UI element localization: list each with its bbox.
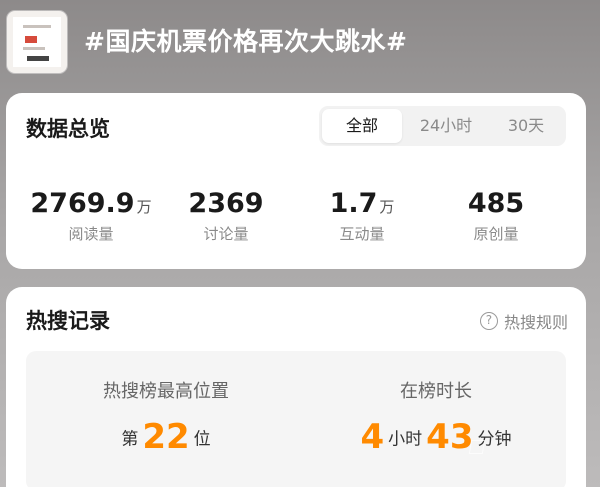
stat-discussions-label: 讨论量 <box>203 225 249 243</box>
overview-title: 数据总览 <box>26 117 110 141</box>
duration-metric: 在榜时长 4 小时 43 分钟 <box>336 377 536 457</box>
stat-reads-value: 2769.9 <box>30 188 135 219</box>
tab-24h[interactable]: 24小时 <box>405 109 487 143</box>
data-overview-card: 数据总览 全部 24小时 30天 2769.9 万 阅读量 2369 讨论量 1.… <box>6 93 586 269</box>
highest-rank-prefix: 第 <box>121 429 139 450</box>
highest-rank-label: 热搜榜最高位置 <box>103 381 229 402</box>
thumbnail-document <box>13 17 61 67</box>
topic-thumbnail[interactable] <box>7 11 67 73</box>
stat-discussions-value: 2369 <box>188 188 264 219</box>
duration-minutes: 43 <box>426 417 474 457</box>
tab-all[interactable]: 全部 <box>322 109 402 143</box>
duration-hours: 4 <box>360 417 385 457</box>
hot-search-title: 热搜记录 <box>26 309 110 333</box>
stat-discussions: 2369 讨论量 <box>176 188 276 244</box>
watermark <box>468 440 488 454</box>
stat-interactions-label: 互动量 <box>339 225 385 243</box>
stat-reads-unit: 万 <box>136 198 152 216</box>
stat-reads: 2769.9 万 阅读量 <box>26 188 156 244</box>
topic-header: #国庆机票价格再次大跳水# <box>0 0 600 86</box>
stat-interactions-value: 1.7 <box>329 188 378 219</box>
highest-rank-suffix: 位 <box>193 429 211 450</box>
hot-search-rules-link[interactable]: ? 热搜规则 <box>479 309 568 333</box>
stat-interactions: 1.7 万 互动量 <box>312 188 412 244</box>
duration-hours-unit: 小时 <box>388 429 423 450</box>
highest-rank-metric: 热搜榜最高位置 第 22 位 <box>66 377 266 457</box>
stat-interactions-unit: 万 <box>379 198 395 216</box>
tab-30d[interactable]: 30天 <box>489 109 563 143</box>
stat-originals: 485 原创量 <box>446 188 546 244</box>
duration-label: 在榜时长 <box>400 381 472 402</box>
time-range-tabs: 全部 24小时 30天 <box>319 106 566 146</box>
stat-reads-label: 阅读量 <box>68 225 114 243</box>
hot-search-rules-label: 热搜规则 <box>503 313 568 332</box>
stat-originals-label: 原创量 <box>473 225 519 243</box>
watermark-logo-icon <box>468 440 486 454</box>
hot-search-stats-box: 热搜榜最高位置 第 22 位 在榜时长 4 小时 43 分钟 <box>26 351 566 487</box>
highest-rank-value: 22 <box>142 417 190 457</box>
hot-search-card: 热搜记录 ? 热搜规则 热搜榜最高位置 第 22 位 在榜时长 4 小时 43 分钟 <box>6 287 586 487</box>
topic-title: #国庆机票价格再次大跳水# <box>84 27 408 56</box>
question-circle-icon: ? <box>479 312 498 330</box>
stat-originals-value: 485 <box>467 188 525 219</box>
